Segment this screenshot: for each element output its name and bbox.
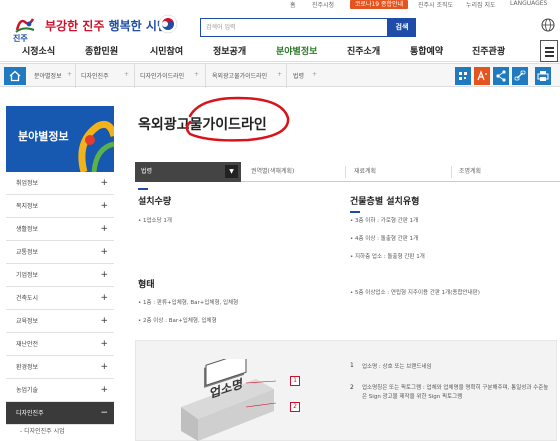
note-text: 업소명 : 상호 또는 브랜드네임: [362, 364, 432, 370]
slogan-red: 부강한 진주: [45, 19, 105, 33]
breadcrumb-item[interactable]: 옥외광고물가이드라인: [212, 71, 267, 80]
list-item: • 1층 : 판류+입체형, Bar+입체형, 입체형: [138, 300, 239, 306]
list-item-text: 5층 이상업소 : 연립형 지주이용 간판 1개(종합안내판): [355, 290, 480, 296]
section-title-floor: 건물층별 설치유형: [350, 197, 420, 207]
sidebar-item-living[interactable]: 생활정보 +: [6, 218, 114, 241]
tab-zone-color[interactable]: 권역별(색채계획): [251, 162, 294, 182]
sidebar-subitem[interactable]: - 디자인진주 시업: [6, 425, 114, 439]
sidebar-item-label: 취업정보: [16, 180, 39, 187]
list-item: • 1업소당 1개: [138, 218, 172, 224]
nav-item-reservation[interactable]: 통합예약: [410, 44, 443, 57]
breadcrumb-item[interactable]: 디자인진주: [81, 71, 109, 80]
list-item: • 4층 이상 : 돌출형 간판 1개: [350, 236, 419, 242]
sidebar-menu: 취업정보 + 복지정보 + 생활정보 + 교통정보 + 기업정보 + 건축도시 + 교육정보…: [6, 172, 114, 439]
share-icon[interactable]: [493, 67, 509, 85]
utility-bar: 홈 진주시청 코로나19 종합안내 진주시 조직도 누리집 지도 LANGUAG…: [0, 0, 560, 12]
list-item: • 3층 이하 : 가로형 간판 1개: [350, 218, 419, 224]
font-size-icon[interactable]: [474, 67, 490, 85]
sidebar-item-label: 농업기술: [16, 387, 39, 394]
sidebar-item-label: 디자인진주: [16, 410, 44, 417]
breadcrumb-item[interactable]: 디자인가이드라인: [140, 71, 184, 80]
breadcrumb-item[interactable]: 분야별정보: [34, 71, 62, 80]
note-num: 2: [350, 384, 354, 391]
sidebar-item-label: 복지정보: [16, 203, 39, 210]
list-item-text: 2층 이상 : Bar+입체형, 입체형: [143, 318, 217, 324]
sidebar-item-label: 생활정보: [16, 226, 39, 233]
search-button[interactable]: 검색: [388, 18, 416, 37]
sidebar-item-architecture[interactable]: 건축도시 +: [6, 287, 114, 310]
globe-icon[interactable]: [538, 16, 558, 38]
nav-item-tourism[interactable]: 진주관광: [472, 44, 505, 57]
sidebar-banner: 분야별정보: [6, 106, 114, 172]
sitemap-link[interactable]: 누리집 지도: [466, 0, 496, 9]
sidebar-item-business[interactable]: 기업정보 +: [6, 264, 114, 287]
sign-illustration: 업소명: [181, 359, 276, 441]
nav-item-field-info[interactable]: 분야별정보: [276, 44, 317, 57]
slogan: 부강한 진주 행복한 시민: [45, 17, 168, 34]
city-hall-link[interactable]: 진주시청: [312, 0, 334, 9]
qr-icon[interactable]: [455, 67, 471, 85]
nav-item-about[interactable]: 진주소개: [347, 44, 380, 57]
nav-item-news[interactable]: 시정소식: [22, 44, 55, 57]
search-input[interactable]: 검색어 입력: [200, 18, 388, 37]
collapse-sign: −: [100, 408, 108, 418]
list-item: • 지하층 업소 : 돌출형 간판 1개: [350, 254, 425, 260]
list-item: • 2층 이상 : Bar+입체형, 입체형: [138, 318, 217, 324]
red-annotation-circle: [185, 96, 290, 142]
sidebar-item-label: 교통정보: [16, 249, 39, 256]
marker-2: 2: [290, 402, 300, 412]
sidebar-item-label: 기업정보: [16, 272, 39, 279]
print-icon[interactable]: [535, 67, 551, 85]
note-text: 업소명칭은 또는 픽토그램 : 업체와 업체명을 명확히 구분해주며, 통일성과…: [362, 385, 549, 400]
section-bar: [138, 188, 148, 190]
sign-illustration-panel: 업소명 1 2 1 업소명 : 상호 또는 브랜드네임 2 업소명칭은 또는 픽…: [135, 340, 557, 441]
list-item-text: 지하층 업소 : 돌출형 간판 1개: [355, 254, 425, 260]
list-item-text: 3층 이하 : 가로형 간판 1개: [355, 218, 419, 224]
sidebar-item-label: 건축도시: [16, 295, 39, 302]
org-chart-link[interactable]: 진주시 조직도: [418, 0, 453, 9]
sidebar-item-label: 재난안전: [16, 341, 39, 348]
sidebar-item-jobs[interactable]: 취업정보 +: [6, 172, 114, 195]
nav-item-participation[interactable]: 시민참여: [150, 44, 183, 57]
link-icon[interactable]: [512, 67, 528, 85]
section-bar: [350, 211, 360, 213]
breadcrumb-item-current[interactable]: 법령: [293, 71, 304, 80]
dropdown-arrow-icon[interactable]: ▼: [225, 165, 238, 178]
marker-1: 1: [290, 376, 300, 386]
breadcrumb: 분야별정보 + 디자인진주 + 디자인가이드라인 + 옥외광고물가이드라인 + …: [0, 63, 560, 88]
languages-link[interactable]: LANGUAGES: [510, 0, 547, 7]
sidebar-title: 분야별정보: [18, 130, 69, 143]
home-link[interactable]: 홈: [290, 0, 296, 9]
city-logo-icon[interactable]: [14, 16, 36, 34]
list-item: • 5층 이상업소 : 연립형 지주이용 간판 1개(종합안내판): [350, 290, 480, 296]
list-item-text: 1업소당 1개: [143, 218, 172, 224]
main-nav: 시정소식 종합민원 시민참여 정보공개 분야별정보 진주소개 통합예약 진주관광: [0, 38, 560, 62]
taegeuk-icon: [158, 14, 178, 34]
tab-law[interactable]: 법령 ▼: [135, 162, 241, 182]
sidebar-item-safety[interactable]: 재난안전 +: [6, 333, 114, 356]
tab-bar: 법령 ▼ 권역별(색채계획) 재료계획 조명계획: [135, 162, 560, 182]
sidebar-item-traffic[interactable]: 교통정보 +: [6, 241, 114, 264]
corona-info-button[interactable]: 코로나19 종합안내: [350, 0, 408, 9]
section-title-form: 형태: [138, 280, 155, 290]
nav-item-disclosure[interactable]: 정보공개: [213, 44, 246, 57]
sidebar-item-welfare[interactable]: 복지정보 +: [6, 195, 114, 218]
sidebar-item-environment[interactable]: 환경정보 +: [6, 356, 114, 379]
tab-material[interactable]: 재료계획: [354, 162, 376, 182]
tab-lighting[interactable]: 조명계획: [459, 162, 481, 182]
list-item-text: 4층 이상 : 돌출형 간판 1개: [355, 236, 419, 242]
sidebar-item-label: 교육정보: [16, 318, 39, 325]
tab-label: 법령: [141, 168, 153, 175]
sidebar-item-design[interactable]: 디자인진주 −: [6, 402, 114, 425]
sidebar-item-agriculture[interactable]: 농업기술 +: [6, 379, 114, 402]
menu-toggle-button[interactable]: [540, 40, 558, 62]
list-item-text: 1층 : 판류+입체형, Bar+입체형, 입체형: [143, 300, 239, 306]
sidebar-item-label: 환경정보: [16, 364, 39, 371]
sidebar-item-education[interactable]: 교육정보 +: [6, 310, 114, 333]
note-num: 1: [350, 362, 354, 369]
home-icon[interactable]: [4, 67, 26, 85]
nav-item-civil[interactable]: 종합민원: [85, 44, 118, 57]
section-title-quantity: 설치수량: [138, 197, 172, 207]
